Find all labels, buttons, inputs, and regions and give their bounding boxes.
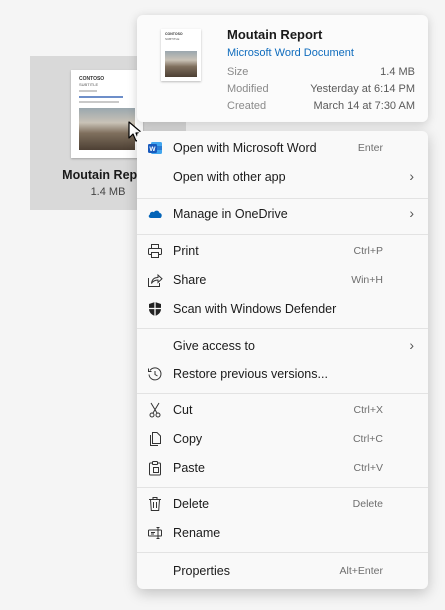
menu-item-label: Delete bbox=[173, 497, 210, 511]
thumbnail-line bbox=[79, 96, 123, 98]
menu-item-label: Copy bbox=[173, 432, 203, 446]
menu-item-label: Print bbox=[173, 244, 199, 258]
chevron-right-icon: › bbox=[409, 337, 414, 353]
menu-separator bbox=[137, 487, 428, 488]
menu-item-shortcut: Win+H bbox=[351, 274, 383, 286]
thumbnail-line bbox=[79, 90, 97, 92]
menu-item-restore-versions[interactable]: Restore previous versions... bbox=[137, 360, 428, 389]
info-value: 1.4 MB bbox=[380, 66, 415, 78]
menu-item-properties[interactable]: Properties Alt+Enter bbox=[137, 557, 428, 586]
menu-item-label: Open with Microsoft Word bbox=[173, 141, 317, 155]
info-key: Modified bbox=[227, 83, 269, 95]
menu-separator bbox=[137, 552, 428, 553]
thumbnail-subtitle: SUBTITLE bbox=[79, 82, 99, 87]
copy-icon bbox=[147, 431, 163, 447]
onedrive-icon bbox=[147, 206, 163, 222]
menu-item-print[interactable]: Print Ctrl+P bbox=[137, 237, 428, 266]
info-row-modified: Modified Yesterday at 6:14 PM bbox=[227, 83, 415, 99]
file-info-tooltip: CONTOSO SUBTITLE Moutain Report Microsof… bbox=[137, 15, 428, 122]
info-value: Yesterday at 6:14 PM bbox=[310, 83, 415, 95]
info-key: Size bbox=[227, 66, 249, 78]
svg-text:W: W bbox=[149, 146, 156, 153]
menu-separator bbox=[137, 393, 428, 394]
thumbnail-mountain-photo bbox=[79, 108, 135, 150]
paste-icon bbox=[147, 460, 163, 476]
menu-item-label: Properties bbox=[173, 564, 230, 578]
menu-separator bbox=[137, 234, 428, 235]
word-icon: W bbox=[147, 140, 163, 156]
menu-item-label: Restore previous versions... bbox=[173, 367, 328, 381]
context-menu: W Open with Microsoft Word Enter Open wi… bbox=[137, 131, 428, 589]
info-key: Created bbox=[227, 100, 267, 112]
info-row-size: Size 1.4 MB bbox=[227, 66, 415, 82]
menu-item-cut[interactable]: Cut Ctrl+X bbox=[137, 396, 428, 425]
chevron-right-icon: › bbox=[409, 168, 414, 184]
menu-item-open-with-other-app[interactable]: Open with other app › bbox=[137, 163, 428, 192]
printer-icon bbox=[147, 243, 163, 259]
info-value: March 14 at 7:30 AM bbox=[313, 100, 416, 112]
menu-item-label: Rename bbox=[173, 526, 221, 540]
menu-item-shortcut: Ctrl+C bbox=[352, 433, 383, 445]
menu-item-shortcut: Ctrl+V bbox=[353, 462, 383, 474]
menu-item-copy[interactable]: Copy Ctrl+C bbox=[137, 425, 428, 454]
menu-item-shortcut: Alt+Enter bbox=[339, 565, 383, 577]
menu-item-label: Scan with Windows Defender bbox=[173, 302, 337, 316]
info-file-type: Microsoft Word Document bbox=[227, 47, 354, 59]
menu-item-label: Open with other app bbox=[173, 170, 286, 184]
menu-item-shortcut: Ctrl+X bbox=[353, 404, 383, 416]
menu-item-label: Paste bbox=[173, 461, 205, 475]
menu-item-shortcut: Enter bbox=[357, 142, 383, 154]
shield-icon bbox=[147, 301, 163, 317]
menu-item-label: Give access to bbox=[173, 339, 255, 353]
thumbnail-line bbox=[79, 101, 119, 103]
info-title: Moutain Report bbox=[227, 27, 323, 42]
info-row-created: Created March 14 at 7:30 AM bbox=[227, 100, 415, 116]
desktop: CONTOSO SUBTITLE Moutain Report 1.4 MB C… bbox=[0, 0, 445, 610]
menu-item-scan-defender[interactable]: Scan with Windows Defender bbox=[137, 295, 428, 324]
menu-item-shortcut: Delete bbox=[352, 498, 383, 510]
menu-item-delete[interactable]: Delete Delete bbox=[137, 490, 428, 519]
history-icon bbox=[147, 366, 163, 382]
menu-separator bbox=[137, 198, 428, 199]
rename-icon bbox=[147, 525, 163, 541]
menu-item-shortcut: Ctrl+P bbox=[353, 245, 383, 257]
menu-separator bbox=[137, 328, 428, 329]
scissors-icon bbox=[147, 402, 163, 418]
info-thumbnail-photo bbox=[165, 51, 197, 77]
chevron-right-icon: › bbox=[409, 205, 414, 221]
menu-item-open-with-word[interactable]: W Open with Microsoft Word Enter bbox=[137, 134, 428, 163]
info-thumbnail: CONTOSO SUBTITLE bbox=[161, 29, 201, 81]
trash-icon bbox=[147, 496, 163, 512]
menu-item-manage-onedrive[interactable]: Manage in OneDrive › bbox=[137, 200, 428, 229]
menu-item-label: Cut bbox=[173, 403, 193, 417]
menu-item-label: Share bbox=[173, 273, 207, 287]
file-thumbnail: CONTOSO SUBTITLE bbox=[71, 70, 143, 158]
share-icon bbox=[147, 272, 163, 288]
menu-item-paste[interactable]: Paste Ctrl+V bbox=[137, 454, 428, 483]
info-thumbnail-subtitle: SUBTITLE bbox=[165, 37, 180, 41]
menu-item-rename[interactable]: Rename bbox=[137, 519, 428, 548]
info-thumbnail-brand: CONTOSO bbox=[165, 32, 183, 36]
menu-item-share[interactable]: Share Win+H bbox=[137, 266, 428, 295]
menu-item-give-access[interactable]: Give access to › bbox=[137, 332, 428, 361]
menu-item-label: Manage in OneDrive bbox=[173, 207, 288, 221]
